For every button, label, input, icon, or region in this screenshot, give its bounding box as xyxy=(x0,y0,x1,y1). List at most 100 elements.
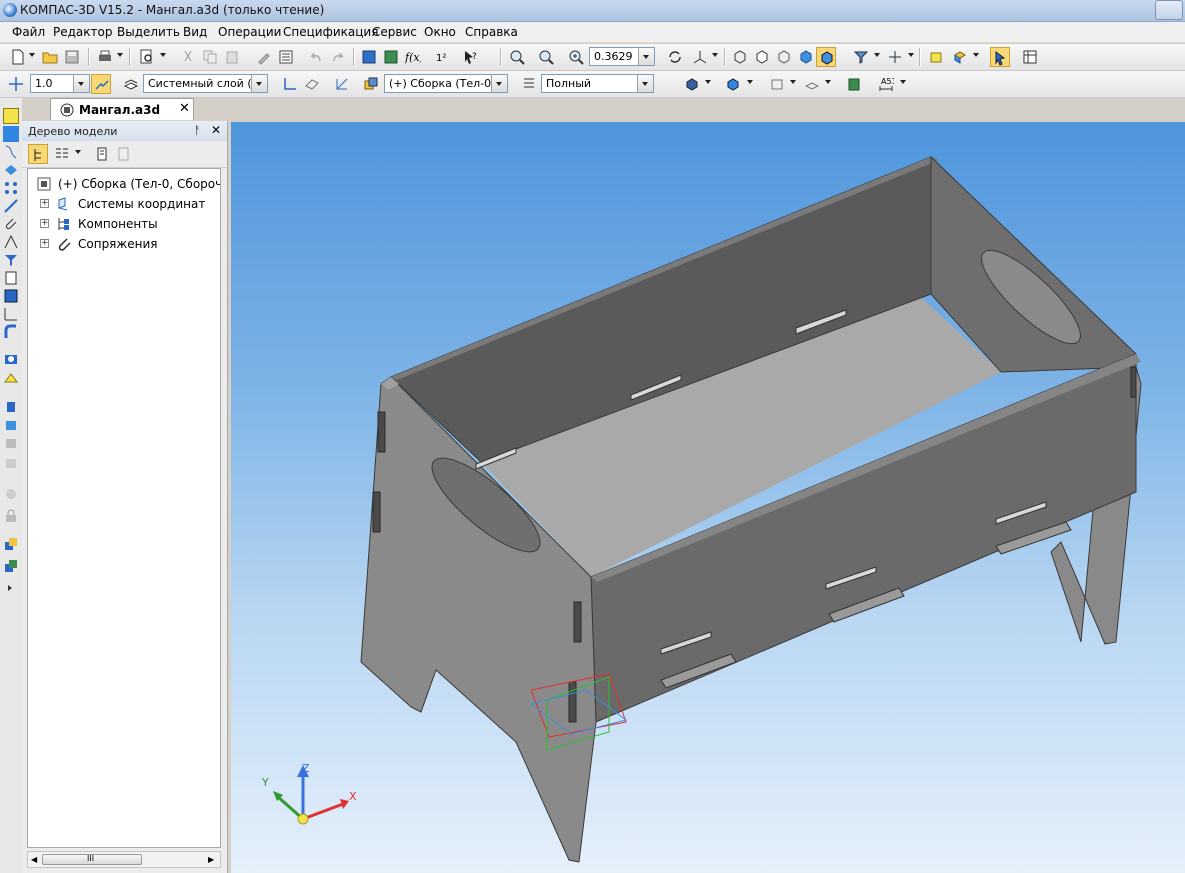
menu-window[interactable]: Окно xyxy=(424,25,456,39)
wireframe-view-icon[interactable] xyxy=(730,47,750,67)
rotate-icon[interactable] xyxy=(665,47,685,67)
tree-structure-icon[interactable] xyxy=(28,144,48,164)
curve-panel-icon[interactable] xyxy=(3,144,19,160)
loft-op-icon[interactable] xyxy=(3,454,19,470)
orientation-dropdown-icon[interactable] xyxy=(712,53,718,57)
help-cursor-icon[interactable]: ? xyxy=(461,47,481,67)
paste-icon[interactable] xyxy=(222,47,242,67)
menu-specification[interactable]: Спецификация xyxy=(283,25,378,39)
tree-properties-icon[interactable] xyxy=(92,144,112,164)
chevron-down-icon[interactable] xyxy=(251,75,267,92)
add-component-icon[interactable] xyxy=(3,558,19,574)
tab-mangal-document[interactable]: Мангал.a3d ✕ xyxy=(50,98,194,120)
menu-view[interactable]: Вид xyxy=(183,25,207,39)
zoom-fit-icon[interactable] xyxy=(536,47,556,67)
chevron-down-icon[interactable] xyxy=(637,75,653,92)
preview-icon[interactable] xyxy=(137,47,157,67)
shaded-view-icon[interactable] xyxy=(796,47,816,67)
chevron-down-icon[interactable] xyxy=(638,48,654,65)
lock-icon[interactable] xyxy=(3,508,19,524)
close-window-icon[interactable] xyxy=(1155,0,1183,20)
dimension-icon[interactable]: A51 xyxy=(876,74,896,94)
spec-panel-icon[interactable] xyxy=(3,270,19,286)
surfaces-dropdown-icon[interactable] xyxy=(790,80,796,84)
rotate-op-icon[interactable] xyxy=(3,416,19,432)
cut-icon[interactable] xyxy=(178,47,198,67)
cursor-step-combo[interactable]: 1.0 xyxy=(30,74,90,93)
preview-dropdown-icon[interactable] xyxy=(160,53,166,57)
expand-icon[interactable]: + xyxy=(40,239,49,248)
expand-icon[interactable]: + xyxy=(40,219,49,228)
attach-icon[interactable] xyxy=(3,216,19,232)
component-icon[interactable] xyxy=(950,47,970,67)
surface-panel-icon[interactable] xyxy=(3,162,19,178)
detail-level-icon[interactable] xyxy=(519,74,539,94)
expand-icon[interactable]: + xyxy=(40,199,49,208)
menu-file[interactable]: Файл xyxy=(12,25,45,39)
solid-body-icon[interactable] xyxy=(723,74,743,94)
extrude-icon[interactable] xyxy=(3,398,19,414)
close-tab-icon[interactable]: ✕ xyxy=(179,101,190,116)
planes-dropdown-icon[interactable] xyxy=(825,80,831,84)
filter-dropdown-icon[interactable] xyxy=(874,53,880,57)
camera-icon[interactable] xyxy=(3,350,19,366)
measure-panel-icon[interactable] xyxy=(3,234,19,250)
bom-icon[interactable] xyxy=(844,74,864,94)
variables-fx-icon[interactable]: f(x) xyxy=(403,47,423,67)
orientation-plane-icon[interactable] xyxy=(302,74,322,94)
step-cursor-icon[interactable] xyxy=(6,74,26,94)
chevron-down-icon[interactable] xyxy=(73,75,89,92)
tree-horizontal-scrollbar[interactable]: ◀ III ▶ xyxy=(27,851,221,868)
solid-body-dropdown-icon[interactable] xyxy=(747,80,753,84)
component-dropdown-icon[interactable] xyxy=(973,53,979,57)
menu-editor[interactable]: Редактор xyxy=(53,25,112,39)
shaded-edges-view-icon[interactable] xyxy=(816,47,836,67)
aux-geometry-icon[interactable] xyxy=(3,198,19,214)
menu-select[interactable]: Выделить xyxy=(117,25,180,39)
color-dropdown-icon[interactable] xyxy=(705,80,711,84)
table-icon[interactable] xyxy=(1020,47,1040,67)
zoom-window-icon[interactable] xyxy=(507,47,527,67)
menu-help[interactable]: Справка xyxy=(465,25,518,39)
undo-icon[interactable] xyxy=(306,47,326,67)
assembly-icon[interactable] xyxy=(361,74,381,94)
planes-icon[interactable] xyxy=(802,74,822,94)
scroll-left-icon[interactable]: ◀ xyxy=(31,855,37,864)
pin-icon[interactable]: ᚨ xyxy=(194,124,201,137)
print-icon[interactable] xyxy=(95,47,115,67)
perspective-icon[interactable] xyxy=(926,47,946,67)
zoom-in-icon[interactable] xyxy=(566,47,586,67)
copy-components-icon[interactable] xyxy=(3,536,19,552)
color-icon[interactable] xyxy=(682,74,702,94)
scroll-thumb[interactable]: III xyxy=(42,854,142,865)
display-mode-combo[interactable]: Полный xyxy=(541,74,654,93)
fillet-op-icon[interactable] xyxy=(3,486,19,502)
document-properties-icon[interactable] xyxy=(276,47,296,67)
orientation-icon[interactable] xyxy=(690,47,710,67)
edit-panel-icon[interactable] xyxy=(3,108,19,124)
layers-icon[interactable] xyxy=(121,74,141,94)
surfaces-icon[interactable] xyxy=(767,74,787,94)
layer-combo[interactable]: Системный слой (0) xyxy=(143,74,268,93)
dimension-dropdown-icon[interactable] xyxy=(900,80,906,84)
model-viewport[interactable]: Y Z X xyxy=(231,122,1185,873)
section-dropdown-icon[interactable] xyxy=(908,53,914,57)
copy-icon[interactable] xyxy=(200,47,220,67)
cursor-select-icon[interactable] xyxy=(990,47,1010,67)
scroll-right-icon[interactable]: ▶ xyxy=(208,855,214,864)
tree-export-icon[interactable] xyxy=(114,144,134,164)
array-panel-icon[interactable] xyxy=(3,180,19,196)
menu-operations[interactable]: Операции xyxy=(218,25,281,39)
tree-view-dropdown-icon[interactable] xyxy=(75,150,81,154)
zoom-scale-combo[interactable]: 0.3629 xyxy=(589,47,655,66)
properties-brush-icon[interactable] xyxy=(254,47,274,67)
solid-panel-icon[interactable] xyxy=(3,126,19,142)
reports-panel-icon[interactable] xyxy=(3,288,19,304)
dimension-panel-icon[interactable] xyxy=(3,306,19,322)
sketch-icon[interactable] xyxy=(3,370,19,386)
hidden-lines-thin-view-icon[interactable] xyxy=(774,47,794,67)
tree-view-mode-icon[interactable] xyxy=(52,144,72,164)
save-icon[interactable] xyxy=(62,47,82,67)
local-cs-icon[interactable] xyxy=(280,74,300,94)
section-icon[interactable] xyxy=(885,47,905,67)
